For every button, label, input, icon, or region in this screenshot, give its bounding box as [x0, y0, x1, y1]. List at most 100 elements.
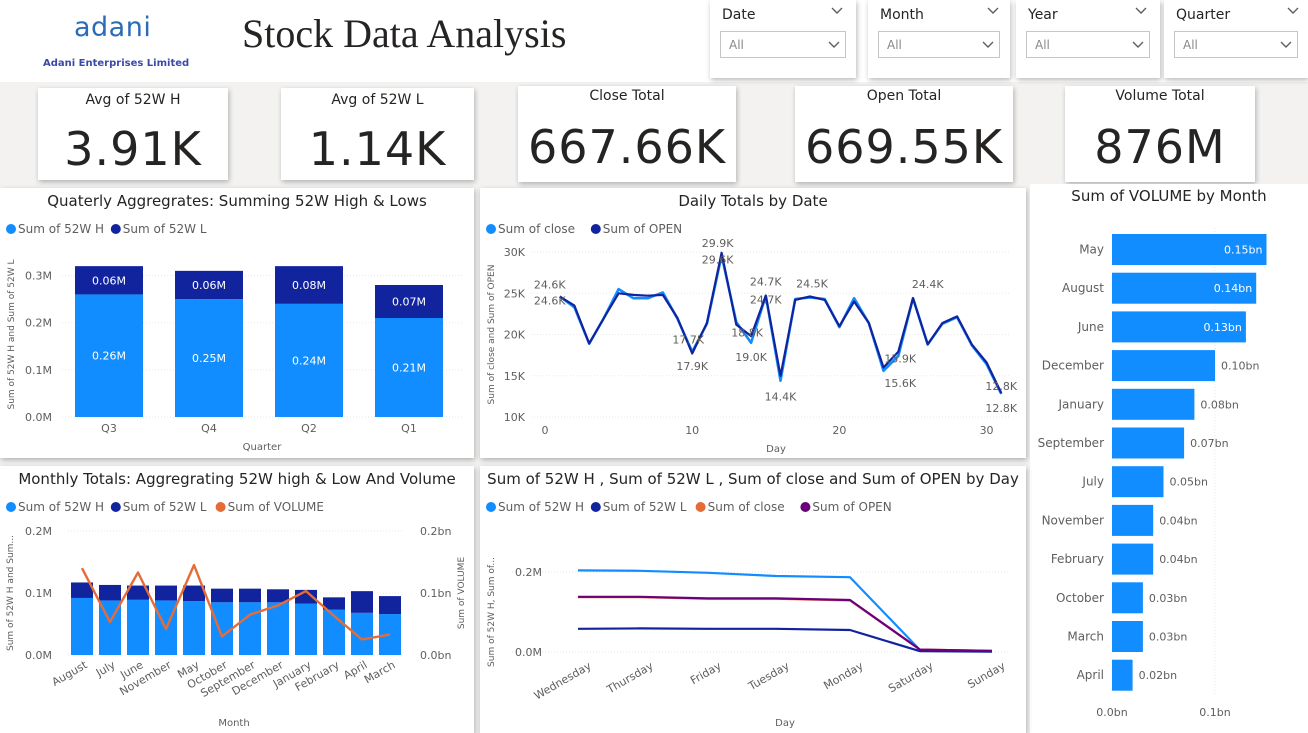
data-label: 24.5K — [796, 277, 828, 290]
legend-marker — [590, 224, 601, 234]
data-label: 0.26M — [92, 350, 126, 363]
chevron-down-icon[interactable] — [827, 38, 841, 52]
data-label: 19.0K — [735, 351, 767, 364]
bar-52w-high — [71, 597, 93, 655]
chevron-down-icon[interactable] — [1286, 4, 1300, 21]
monthly-chart-card[interactable]: Monthly Totals: Aggregrating 52W high & … — [0, 466, 474, 733]
daily-chart[interactable]: Sum of close Sum of OPEN 10K 15K 20K 25K 30K 0 1… — [480, 212, 1026, 458]
x-tick-label: Friday — [688, 659, 724, 687]
kpi-label: Open Total — [866, 88, 942, 104]
slicer-quarter-dropdown[interactable]: All — [1174, 31, 1298, 58]
y-tick-label: November — [1042, 513, 1104, 527]
kpi-value: 1.14K — [308, 122, 447, 176]
legend-label: Sum of 52W H — [498, 500, 584, 514]
logo-word: adani — [74, 12, 152, 43]
data-label: 24.6K — [534, 295, 566, 308]
chevron-down-icon[interactable] — [1134, 4, 1148, 21]
kpi-value: 876M — [1094, 120, 1226, 174]
monthly-chart[interactable]: Sum of 52W H Sum of 52W L Sum of VOLUME 0.0… — [0, 490, 474, 733]
slicer-month-value: All — [887, 38, 902, 52]
x-axis-title: Month — [218, 718, 249, 729]
bar-volume — [1112, 388, 1195, 420]
volume-by-month-card[interactable]: Sum of VOLUME by Month 0.0bn 0.1bn May 0.15… — [1030, 184, 1308, 733]
x-tick-label: 20 — [832, 424, 846, 437]
y-tick-label: 0.0M — [25, 411, 52, 424]
y2-axis-title: Sum of VOLUME — [457, 557, 467, 630]
chevron-down-icon[interactable] — [986, 4, 1000, 21]
data-label: 18.8K — [731, 326, 763, 339]
bar-volume — [1112, 659, 1133, 691]
page-title: Stock Data Analysis — [242, 11, 567, 56]
slicer-year[interactable]: Year All — [1016, 0, 1160, 78]
chevron-down-icon[interactable] — [981, 38, 995, 52]
y-tick-label: 0.0M — [515, 646, 542, 659]
quarterly-chart[interactable]: Sum of 52W H Sum of 52W L 0.0M 0.1M 0.2M 0.3M… — [0, 212, 474, 458]
slicer-year-dropdown[interactable]: All — [1026, 31, 1150, 58]
slicer-date-label: Date — [722, 7, 756, 23]
chevron-down-icon[interactable] — [830, 4, 844, 21]
company-logo: adani Adani Enterprises Limited — [42, 6, 189, 76]
bar-52w-high — [211, 602, 233, 655]
data-label: 0.07M — [392, 296, 426, 309]
slicer-year-value: All — [1035, 38, 1050, 52]
bar-52w-high — [239, 602, 261, 655]
kpi-card-avg-52w-high: Avg of 52W H 3.91K — [38, 88, 228, 180]
volume-by-month-chart[interactable]: 0.0bn 0.1bn May 0.15bn August 0.14bn June 0.13b… — [1030, 208, 1308, 733]
data-label: 0.03bn — [1149, 592, 1187, 605]
slicer-month-dropdown[interactable]: All — [878, 31, 1000, 58]
legend-label: Sum of close — [708, 500, 785, 514]
x-tick-label: 0.0bn — [1096, 706, 1127, 719]
legend-marker — [800, 502, 811, 512]
slicer-date[interactable]: Date All — [710, 0, 856, 78]
bar-volume — [1112, 427, 1185, 459]
bar-volume — [1112, 466, 1164, 498]
chart-title: Quaterly Aggregrates: Summing 52W High &… — [47, 192, 427, 210]
chart-title: Monthly Totals: Aggregrating 52W high & … — [18, 470, 456, 488]
data-label: 17.9K — [676, 360, 708, 373]
series-line — [578, 596, 993, 652]
series-line — [577, 627, 993, 653]
chevron-down-icon[interactable] — [1131, 38, 1145, 52]
y-tick-label: 25K — [504, 287, 526, 300]
x-tick-label: 0 — [542, 424, 549, 437]
slicer-quarter[interactable]: Quarter All — [1164, 0, 1308, 78]
daily-chart-card[interactable]: Daily Totals by Date Sum of close Sum of … — [480, 188, 1026, 458]
bar-volume — [1112, 543, 1154, 575]
legend-marker — [590, 502, 601, 512]
data-label: 15.9K — [884, 352, 916, 365]
data-label: 14.4K — [765, 391, 797, 404]
data-label: 0.15bn — [1224, 244, 1262, 257]
y-tick-label: 0.2M — [515, 566, 542, 579]
kpi-label: Avg of 52W L — [331, 92, 424, 108]
data-label: 0.13bn — [1203, 321, 1241, 334]
logo-subtitle: Adani Enterprises Limited — [43, 58, 190, 69]
x-tick-label: March — [362, 658, 398, 686]
by-day-chart-card[interactable]: Sum of 52W H , Sum of 52W L , Sum of clo… — [480, 466, 1026, 733]
data-label: 0.14bn — [1214, 282, 1252, 295]
legend-label: Sum of OPEN — [812, 500, 891, 514]
y-tick-label: 0.3M — [25, 270, 52, 283]
series-line — [577, 569, 993, 653]
legend-label: Sum of 52W L — [123, 500, 207, 514]
y-tick-label: April — [1077, 668, 1104, 682]
y-tick-label: January — [1058, 397, 1105, 411]
data-label: 0.08M — [292, 279, 326, 292]
legend-marker — [215, 502, 226, 512]
y-tick-label: 0.2M — [25, 317, 52, 330]
slicer-month[interactable]: Month All — [868, 0, 1010, 78]
x-tick-label: Q1 — [401, 422, 417, 435]
x-tick-label: Monday — [821, 659, 866, 692]
quarterly-chart-card[interactable]: Quaterly Aggregrates: Summing 52W High &… — [0, 188, 474, 458]
bar-52w-low — [379, 596, 401, 615]
bar-52w-high — [295, 603, 317, 655]
x-tick-label: 10 — [685, 424, 699, 437]
legend-label: Sum of 52W L — [123, 222, 207, 236]
chevron-down-icon[interactable] — [1279, 38, 1293, 52]
by-day-chart[interactable]: Sum of 52W H Sum of 52W L Sum of close Sum … — [480, 490, 1026, 733]
slicer-date-dropdown[interactable]: All — [720, 31, 846, 58]
y-tick-label: 0.2M — [25, 525, 52, 538]
x-tick-label: Q2 — [301, 422, 317, 435]
legend-marker — [486, 224, 496, 234]
bar-volume — [1112, 621, 1143, 652]
data-label: 0.06M — [92, 274, 126, 287]
